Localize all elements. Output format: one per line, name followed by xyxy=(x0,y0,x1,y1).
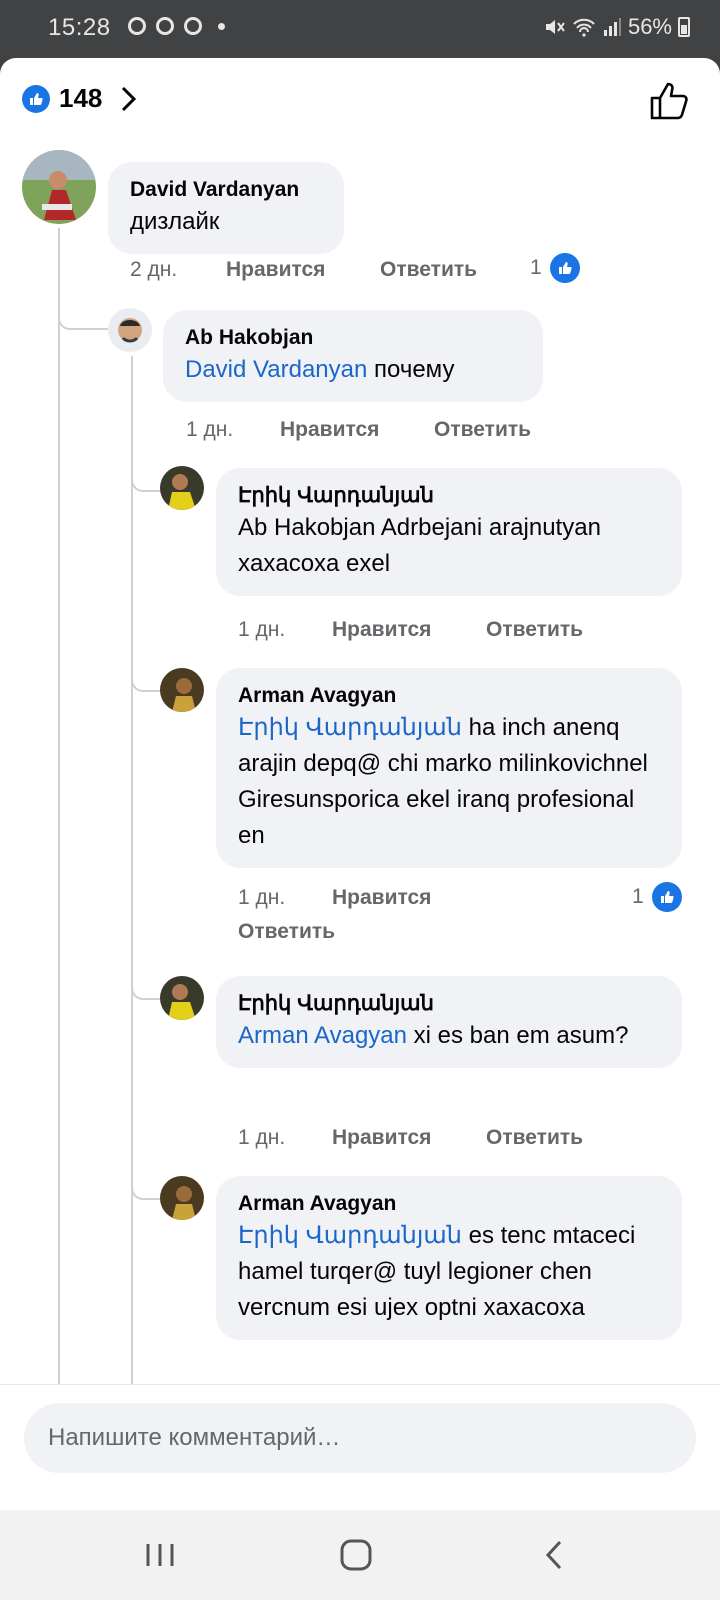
avatar[interactable] xyxy=(160,466,204,510)
reaction-count: 1 xyxy=(530,256,542,279)
mention-link[interactable]: Էրիկ Վարդանյան xyxy=(238,1222,462,1249)
comment-author[interactable]: Arman Avagyan xyxy=(238,1190,660,1218)
comments-sheet: 148 David Vardanyan дизлайк 2 дн. Нравит… xyxy=(0,58,720,1510)
comment-bubble[interactable]: David Vardanyan дизлайк xyxy=(108,162,344,254)
reaction-count: 148 xyxy=(59,83,103,113)
recents-icon[interactable] xyxy=(140,1538,180,1572)
comment-author[interactable]: David Vardanyan xyxy=(130,176,322,204)
thread-line-level-2 xyxy=(131,356,133,1510)
thumbs-up-icon[interactable] xyxy=(648,80,690,122)
thread-connector xyxy=(131,658,161,692)
avatar[interactable] xyxy=(160,1176,204,1220)
comment-author[interactable]: Էրիկ Վարդանյան xyxy=(238,482,660,510)
thread-connector xyxy=(131,1168,161,1200)
mention-link[interactable]: Էրիկ Վարդանյան xyxy=(238,714,462,741)
system-nav-bar xyxy=(0,1510,720,1600)
reply-button[interactable]: Ответить xyxy=(486,1126,583,1150)
comment-bubble[interactable]: Էրիկ Վարդանյան Ab Hakobjan Adrbejani ara… xyxy=(216,468,682,596)
comment-bubble[interactable]: Էրիկ Վարդանյան Arman Avagyan xi es ban e… xyxy=(216,976,682,1068)
battery-percent: 56% xyxy=(627,14,672,39)
comment-author[interactable]: Էրիկ Վարդանյան xyxy=(238,990,660,1018)
wifi-icon xyxy=(573,18,595,37)
battery-icon xyxy=(678,17,690,37)
comment-author[interactable]: Arman Avagyan xyxy=(238,682,660,710)
messenger-icon xyxy=(184,17,202,35)
comment-age[interactable]: 1 дн. xyxy=(238,886,332,910)
like-button[interactable]: Нравится xyxy=(280,418,434,442)
like-button[interactable]: Нравится xyxy=(332,886,486,910)
comment-bubble[interactable]: Arman Avagyan Էրիկ Վարդանյան es tenc mta… xyxy=(216,1176,682,1340)
thread-connector xyxy=(58,308,108,330)
reply-button[interactable]: Ответить xyxy=(238,920,438,944)
reaction-count: 1 xyxy=(632,885,644,908)
comment-text: дизлайк xyxy=(130,208,220,235)
comment-age[interactable]: 1 дн. xyxy=(238,1126,332,1150)
like-button[interactable]: Нравится xyxy=(226,258,380,282)
comment-text: Ab Hakobjan Adrbejani arajnutyan xaxacox… xyxy=(238,514,601,577)
status-bar: 15:28 56% xyxy=(0,0,720,58)
comment-reactions[interactable]: 1 xyxy=(530,253,580,283)
thread-connector xyxy=(131,968,161,1000)
comment-text: Էրիկ Վարդանյան es tenc mtaceci hamel tur… xyxy=(238,1222,636,1321)
like-reaction-icon xyxy=(549,253,580,283)
thread-line-level-1 xyxy=(58,228,60,1510)
avatar[interactable] xyxy=(160,668,204,712)
comment-input[interactable]: Напишите комментарий… xyxy=(24,1403,696,1473)
reply-button[interactable]: Ответить xyxy=(486,618,583,642)
avatar[interactable] xyxy=(22,150,96,224)
notification-dot-icon xyxy=(218,22,225,30)
cell-signal-icon xyxy=(603,18,621,36)
back-icon[interactable] xyxy=(536,1538,576,1572)
comment-bubble[interactable]: Ab Hakobjan David Vardanyan почему xyxy=(163,310,543,402)
comment-composer: Напишите комментарий… xyxy=(0,1384,720,1510)
avatar[interactable] xyxy=(160,976,204,1020)
comment-actions: 1 дн. Нравится Ответить xyxy=(238,1126,583,1150)
comment-actions: 1 дн. Нравится Ответить xyxy=(186,418,531,442)
reply-button[interactable]: Ответить xyxy=(380,258,477,282)
avatar[interactable] xyxy=(108,308,152,352)
mute-icon xyxy=(545,20,565,34)
comment-text: Arman Avagyan xi es ban em asum? xyxy=(238,1022,629,1049)
like-reaction-icon xyxy=(22,84,50,113)
home-icon[interactable] xyxy=(336,1538,376,1572)
comment-actions: 2 дн. Нравится Ответить xyxy=(130,258,477,282)
chevron-right-icon[interactable] xyxy=(118,85,138,113)
signal-app-icon xyxy=(128,17,146,35)
thread-connector xyxy=(131,458,161,492)
comment-actions: 1 дн. Нравится Ответить xyxy=(238,886,558,944)
mention-link[interactable]: David Vardanyan xyxy=(185,356,367,383)
reactions-summary[interactable]: 148 xyxy=(22,83,138,114)
comment-text: David Vardanyan почему xyxy=(185,356,455,383)
comment-actions: 1 дн. Нравится Ответить xyxy=(238,618,583,642)
comment-reactions[interactable]: 1 xyxy=(632,882,682,912)
like-button[interactable]: Нравится xyxy=(332,618,486,642)
like-button[interactable]: Нравится xyxy=(332,1126,486,1150)
reply-button[interactable]: Ответить xyxy=(434,418,531,442)
comment-text: Էրիկ Վարդանյան ha inch anenq arajin depq… xyxy=(238,714,648,849)
comment-age[interactable]: 1 дн. xyxy=(238,618,332,642)
comment-bubble[interactable]: Arman Avagyan Էրիկ Վարդանյան ha inch ane… xyxy=(216,668,682,868)
comment-age[interactable]: 2 дн. xyxy=(130,258,226,282)
comment-age[interactable]: 1 дн. xyxy=(186,418,280,442)
status-time: 15:28 xyxy=(48,14,111,41)
like-reaction-icon xyxy=(651,882,682,912)
mention-link[interactable]: Arman Avagyan xyxy=(238,1022,407,1049)
comment-author[interactable]: Ab Hakobjan xyxy=(185,324,521,352)
chrome-icon xyxy=(156,17,174,35)
